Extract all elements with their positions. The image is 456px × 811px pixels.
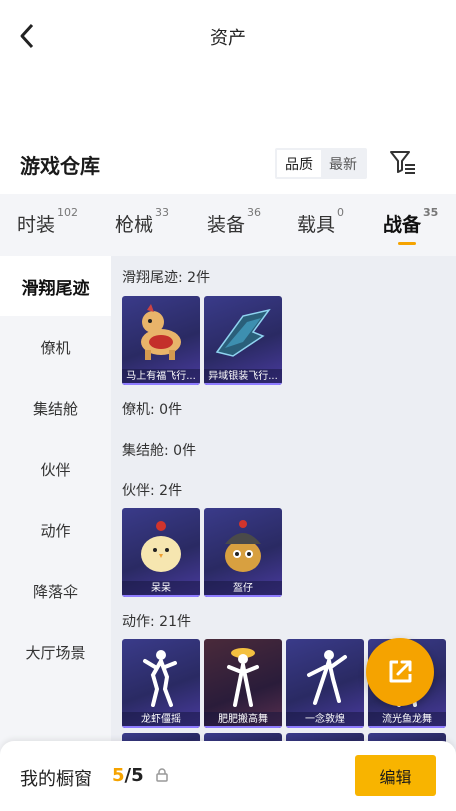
- edit-button[interactable]: 编辑: [355, 755, 436, 796]
- chick-companion-icon: [141, 521, 181, 572]
- showcase-label: 我的橱窗: [20, 769, 92, 790]
- tab-label: 枪械: [115, 214, 154, 236]
- share-external-icon: [389, 660, 412, 683]
- tab-count: 36: [247, 205, 262, 219]
- item-card-label: 龙虾僵摇: [122, 712, 200, 728]
- item-card[interactable]: 肥肥搬高舞: [204, 639, 282, 728]
- tab-vehicles[interactable]: 载具0: [297, 206, 344, 237]
- showcase-total: 5: [131, 765, 144, 786]
- dancer-silhouette-icon: [307, 650, 347, 705]
- filter-icon: [390, 151, 415, 174]
- warehouse-title: 游戏仓库: [20, 154, 100, 178]
- tab-count: 102: [57, 205, 79, 219]
- tab-label: 装备: [207, 214, 246, 236]
- tab-count: 35: [423, 205, 439, 219]
- filter-button[interactable]: [388, 148, 418, 178]
- tab-count: 33: [155, 205, 170, 219]
- section-title: 动作: 21件: [122, 614, 191, 630]
- lock-icon: [156, 768, 168, 782]
- tab-equipment[interactable]: 装备36: [207, 206, 261, 237]
- dancer-silhouette-icon: [227, 648, 259, 707]
- sidebar-item-assembly-pod[interactable]: 集结舱: [0, 378, 111, 438]
- sidebar-item-emote[interactable]: 动作: [0, 500, 111, 560]
- tab-label: 时装: [17, 214, 56, 236]
- sidebar-item-glide-trail[interactable]: 滑翔尾迹: [0, 256, 111, 316]
- item-card-label: 盔仔: [204, 581, 282, 597]
- showcase-count: 5/5: [112, 765, 144, 786]
- showcase-bar: 我的橱窗 5/5 编辑: [0, 741, 456, 811]
- active-tab-indicator: [398, 242, 416, 245]
- sidebar-item-wingman[interactable]: 僚机: [0, 317, 111, 377]
- item-card[interactable]: 呆呆: [122, 508, 200, 597]
- showcase-current: 5: [112, 765, 125, 786]
- section-title: 伙伴: 2件: [122, 483, 183, 499]
- dancer-silhouette-icon: [143, 650, 177, 707]
- tab-label: 载具: [297, 214, 336, 236]
- item-card[interactable]: 盔仔: [204, 508, 282, 597]
- sidebar: 滑翔尾迹 僚机 集结舱 伙伴 动作 降落伞 大厅场景: [0, 256, 111, 811]
- item-card-label: 一念敦煌: [286, 712, 364, 728]
- sort-quality-button[interactable]: 品质: [277, 150, 321, 177]
- item-card-label: 呆呆: [122, 581, 200, 597]
- tab-label: 战备: [383, 214, 422, 236]
- category-tabs: 时装102 枪械33 装备36 载具0 战备35: [0, 194, 456, 256]
- horse-plush-icon: [141, 304, 181, 360]
- sort-latest-button[interactable]: 最新: [321, 150, 365, 177]
- item-card-label: 异域银装飞行...: [204, 369, 282, 385]
- tab-tactical[interactable]: 战备35: [383, 206, 438, 237]
- sidebar-item-parachute[interactable]: 降落伞: [0, 561, 111, 621]
- item-card-label: 马上有福飞行...: [122, 369, 200, 385]
- sidebar-item-lobby-scene[interactable]: 大厅场景: [0, 622, 111, 682]
- item-card[interactable]: 一念敦煌: [286, 639, 364, 728]
- tab-count: 0: [337, 205, 345, 219]
- sort-toggle: 品质 最新: [275, 148, 367, 179]
- item-card-label: 流光鱼龙舞: [368, 712, 446, 728]
- section-title: 僚机: 0件: [122, 402, 183, 418]
- helmet-chick-icon: [225, 520, 261, 572]
- item-card[interactable]: 龙虾僵摇: [122, 639, 200, 728]
- item-card[interactable]: 异域银装飞行...: [204, 296, 282, 385]
- item-card-label: 肥肥搬高舞: [204, 712, 282, 728]
- tab-fashion[interactable]: 时装102: [17, 206, 78, 237]
- header: 资产: [0, 0, 456, 72]
- section-title: 滑翔尾迹: 2件: [122, 270, 211, 286]
- item-content[interactable]: 滑翔尾迹: 2件 马上有福飞行... 异域银装飞行... 僚机: 0件 集结舱:…: [111, 256, 456, 811]
- page-title: 资产: [210, 28, 246, 49]
- wing-trail-icon: [215, 308, 271, 357]
- tab-firearms[interactable]: 枪械33: [115, 206, 169, 237]
- sidebar-item-companion[interactable]: 伙伴: [0, 439, 111, 499]
- section-title: 集结舱: 0件: [122, 443, 197, 459]
- item-card[interactable]: 马上有福飞行...: [122, 296, 200, 385]
- share-button[interactable]: [366, 638, 434, 706]
